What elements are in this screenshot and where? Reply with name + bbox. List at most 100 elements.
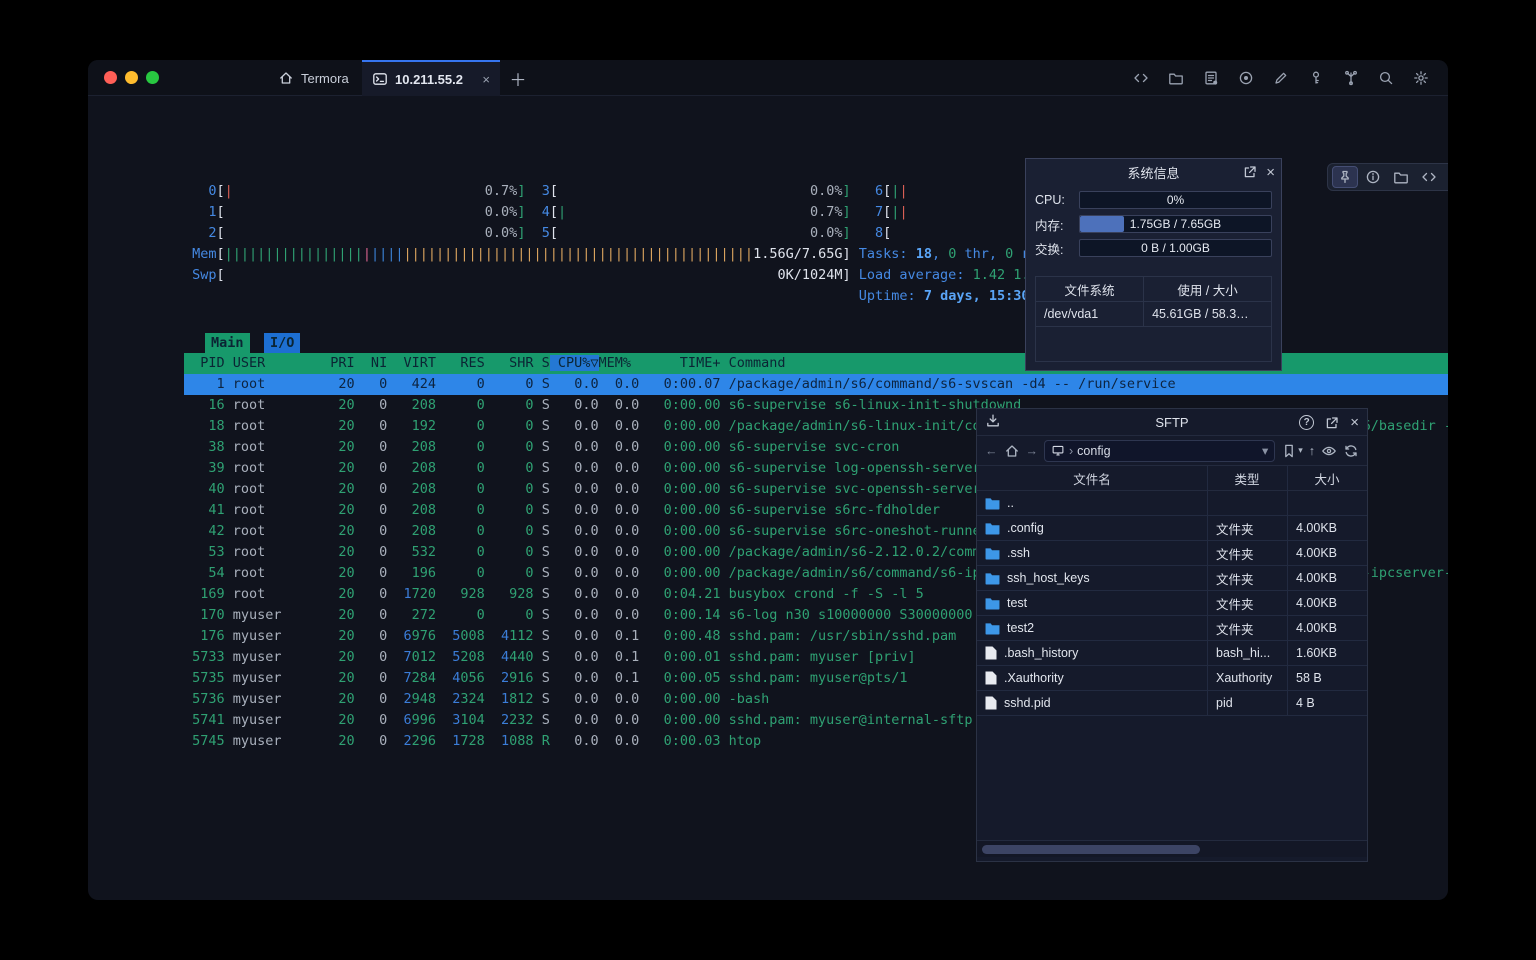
back-icon[interactable]: ←	[985, 444, 998, 458]
home-icon	[278, 70, 294, 86]
nvidia-icon[interactable]	[1444, 166, 1448, 188]
settings-icon[interactable]	[1408, 65, 1434, 91]
open-in-window-icon[interactable]	[1242, 164, 1258, 180]
fs-col-name: 文件系统	[1036, 277, 1144, 301]
filesystem-table-header: 文件系统 使用 / 大小	[1036, 277, 1271, 302]
file-type: 文件夹	[1207, 544, 1287, 563]
search-icon[interactable]	[1373, 65, 1399, 91]
info-icon[interactable]	[1360, 166, 1386, 188]
bar-label: CPU:	[1035, 193, 1079, 207]
close-icon[interactable]: ×	[1266, 164, 1275, 181]
help-icon[interactable]: ?	[1299, 415, 1314, 430]
close-tab-icon[interactable]: ×	[482, 72, 490, 87]
col-size[interactable]: 大小	[1287, 469, 1367, 488]
path-breadcrumb[interactable]: › config ▾	[1044, 440, 1275, 462]
new-tab-button[interactable]: ＋	[506, 66, 530, 90]
sysinfo-bar-row: 内存: 1.75GB / 7.65GB	[1026, 215, 1281, 233]
log-icon[interactable]	[1198, 65, 1224, 91]
col-filename[interactable]: 文件名	[977, 469, 1207, 488]
file-row[interactable]: test2 文件夹 4.00KB	[977, 616, 1367, 641]
file-icon	[985, 646, 997, 660]
record-icon[interactable]	[1233, 65, 1259, 91]
forward-icon[interactable]: →	[1026, 444, 1039, 458]
file-name: .ssh	[1007, 546, 1030, 560]
column-divider	[1207, 466, 1208, 716]
file-row[interactable]: .config 文件夹 4.00KB	[977, 516, 1367, 541]
file-row[interactable]: .Xauthority Xauthority 58 B	[977, 666, 1367, 691]
file-row[interactable]: .bash_history bash_hi... 1.60KB	[977, 641, 1367, 666]
folder-icon[interactable]	[1388, 166, 1414, 188]
sysinfo-panel: 系统信息 × CPU: 0% 内存: 1.75GB / 7.65GB 交换: 0 B…	[1025, 158, 1282, 371]
bookmark-caret-icon[interactable]: ▾	[1298, 445, 1303, 456]
refresh-icon[interactable]	[1343, 443, 1359, 459]
file-name: ..	[1007, 496, 1014, 510]
htop-tab-io[interactable]: I/O	[264, 333, 300, 353]
file-row[interactable]: ..	[977, 491, 1367, 516]
file-row[interactable]: sshd.pid pid 4 B	[977, 691, 1367, 716]
key-icon[interactable]	[1303, 65, 1329, 91]
tab-session[interactable]: 10.211.55.2 ×	[362, 60, 500, 96]
pin-icon[interactable]	[1332, 166, 1358, 188]
file-size: 4.00KB	[1287, 521, 1367, 535]
file-row[interactable]: .ssh 文件夹 4.00KB	[977, 541, 1367, 566]
tab-termora-home[interactable]: Termora	[264, 60, 363, 96]
terminal-icon	[372, 71, 388, 87]
file-name: sshd.pid	[1004, 696, 1051, 710]
bar-label: 交换:	[1035, 239, 1079, 258]
code-icon[interactable]	[1416, 166, 1442, 188]
sysinfo-titlebar: 系统信息 ×	[1026, 159, 1281, 185]
file-name: test2	[1007, 621, 1034, 635]
sftp-window: SFTP ? × ← → › config ▾ ▾ ↑	[976, 408, 1368, 862]
bar-label: 内存:	[1035, 215, 1079, 234]
file-name: .Xauthority	[1004, 671, 1064, 685]
maximize-window-button[interactable]	[146, 71, 159, 84]
file-row[interactable]: test 文件夹 4.00KB	[977, 591, 1367, 616]
file-icon	[985, 671, 997, 685]
show-hidden-icon[interactable]	[1321, 443, 1337, 459]
file-size: 1.60KB	[1287, 646, 1367, 660]
file-type: bash_hi...	[1207, 646, 1287, 660]
sysinfo-title: 系统信息	[1127, 163, 1179, 182]
filesystem-row[interactable]: /dev/vda145.61GB / 58.3…	[1036, 302, 1271, 327]
file-name: test	[1007, 596, 1027, 610]
traffic-lights	[104, 71, 159, 84]
folder-icon	[985, 597, 1000, 610]
sysinfo-bar-row: CPU: 0%	[1026, 191, 1281, 209]
bar-value: 0%	[1080, 192, 1271, 208]
file-row[interactable]: ssh_host_keys 文件夹 4.00KB	[977, 566, 1367, 591]
home-icon[interactable]	[1004, 443, 1020, 459]
hscrollbar-track[interactable]	[977, 840, 1367, 857]
folder-icon	[985, 547, 1000, 560]
close-window-button[interactable]	[104, 71, 117, 84]
sftp-toolbar: ← → › config ▾ ▾ ↑	[977, 436, 1367, 466]
edit-icon[interactable]	[1268, 65, 1294, 91]
file-icon	[985, 696, 997, 710]
tab-session-label: 10.211.55.2	[395, 72, 463, 87]
process-row[interactable]: 1 root 20 0 424 0 0 S 0.0 0.0 0:00.07 /p…	[184, 374, 1448, 395]
chevron-down-icon[interactable]: ▾	[1262, 443, 1268, 458]
sysinfo-bar-row: 交换: 0 B / 1.00GB	[1026, 239, 1281, 257]
sftp-title: SFTP	[1155, 415, 1188, 430]
close-icon[interactable]: ×	[1350, 414, 1359, 431]
file-name: .bash_history	[1004, 646, 1078, 660]
keychain-icon[interactable]	[1338, 65, 1364, 91]
fs-col-usage: 使用 / 大小	[1144, 277, 1271, 301]
open-in-window-icon[interactable]	[1324, 415, 1340, 431]
bookmark-icon[interactable]	[1281, 443, 1297, 459]
file-size: 4.00KB	[1287, 596, 1367, 610]
code-icon[interactable]	[1128, 65, 1154, 91]
folder-icon	[985, 622, 1000, 635]
parent-dir-icon[interactable]: ↑	[1309, 444, 1315, 458]
col-type[interactable]: 类型	[1207, 469, 1287, 488]
hscrollbar-thumb[interactable]	[982, 845, 1200, 854]
transfers-icon[interactable]	[985, 413, 1001, 429]
progress-bar: 0%	[1079, 191, 1272, 209]
tab-home-label: Termora	[301, 71, 349, 86]
folder-icon	[985, 572, 1000, 585]
file-size: 4.00KB	[1287, 621, 1367, 635]
folder-icon[interactable]	[1163, 65, 1189, 91]
minimize-window-button[interactable]	[125, 71, 138, 84]
breadcrumb-segment[interactable]: config	[1077, 444, 1110, 458]
htop-tab-main[interactable]: Main	[205, 333, 250, 353]
folder-icon	[985, 522, 1000, 535]
